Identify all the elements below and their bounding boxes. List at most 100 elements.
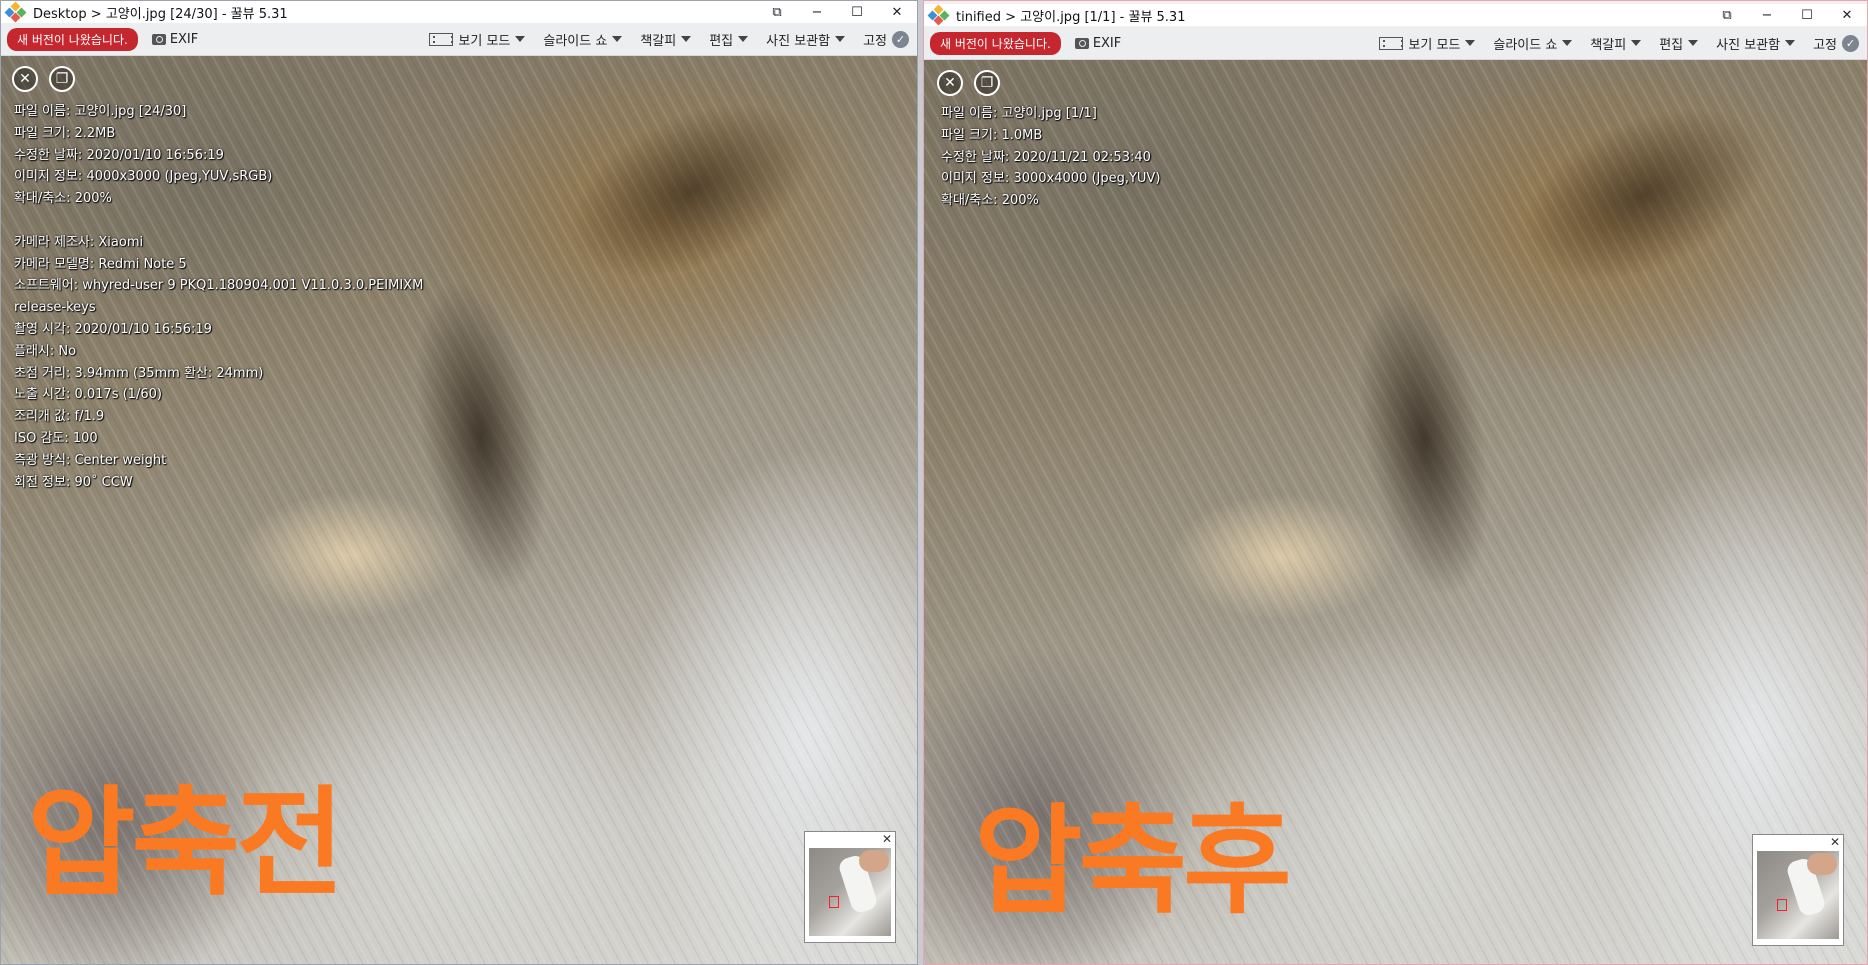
pin-window-button[interactable]: ⧉ [757, 1, 797, 23]
view-mode-icon [1379, 36, 1404, 50]
menu-slideshow[interactable]: 슬라이드 쇼 [543, 30, 623, 49]
menu-label: 슬라이드 쇼 [1493, 37, 1558, 53]
chevron-down-icon [1785, 40, 1796, 46]
app-name: - 꿀뷰 5.31 [1119, 9, 1186, 25]
info-line [14, 210, 423, 232]
window-title: Desktop > 고양이.jpg [24/30] - 꿀뷰 5.31 [33, 3, 288, 22]
close-window-button[interactable]: ✕ [1827, 4, 1867, 26]
breadcrumb-separator: > [90, 6, 102, 22]
file-title: 고양이.jpg [24/30] [105, 6, 218, 22]
menu-label: 고정 [863, 33, 887, 49]
exif-button[interactable]: EXIF [1074, 36, 1121, 51]
chevron-down-icon [1631, 40, 1642, 46]
breadcrumb-folder: Desktop [33, 6, 87, 22]
new-version-button[interactable]: 새 버전이 나왔습니다. [930, 31, 1061, 55]
info-line: 확대/축소: 200% [941, 193, 1039, 209]
check-icon: ✓ [892, 30, 909, 48]
new-version-button[interactable]: 새 버전이 나왔습니다. [7, 27, 138, 51]
chevron-down-icon [1688, 40, 1699, 46]
exif-button[interactable]: EXIF [151, 31, 199, 47]
menu-label: 사진 보관함 [1716, 37, 1781, 53]
viewer-window-right: tinified > 고양이.jpg [1/1] - 꿀뷰 5.31 ⧉ − ☐… [923, 0, 1868, 965]
menu-bookmark[interactable]: 책갈피 [640, 30, 692, 49]
file-info-overlay: 파일 이름: 고양이.jpg [1/1] 파일 크기: 1.0MB 수정한 날짜… [941, 103, 1160, 212]
menu-slideshow[interactable]: 슬라이드 쇼 [1493, 34, 1573, 53]
navigator-thumbnail[interactable]: ✕ [804, 831, 896, 943]
chevron-down-icon [612, 36, 623, 42]
menu-label: 사진 보관함 [766, 33, 831, 49]
image-viewport[interactable]: ✕ ❐ 파일 이름: 고양이.jpg [1/1] 파일 크기: 1.0MB 수정… [924, 60, 1867, 964]
info-line: 파일 크기: 1.0MB [941, 127, 1043, 143]
pin-window-button[interactable]: ⧉ [1707, 4, 1747, 26]
camera-icon [1074, 37, 1089, 49]
toolbar: 새 버전이 나왔습니다. EXIF 보기 모드 슬라이드 쇼 책갈피 편집 사진… [924, 27, 1867, 60]
breadcrumb-separator: > [1005, 9, 1017, 25]
exif-label: EXIF [169, 31, 199, 47]
thumbnail-image [1757, 851, 1839, 939]
thumbnail-close-button[interactable]: ✕ [882, 832, 892, 846]
info-line: 확대/축소: 200% [14, 191, 112, 207]
menu-bar: 보기 모드 슬라이드 쇼 책갈피 편집 사진 보관함 고정 ✓ [1379, 34, 1859, 53]
file-info-overlay: 파일 이름: 고양이.jpg [24/30] 파일 크기: 2.2MB 수정한 … [14, 101, 423, 493]
thumbnail-image [809, 848, 891, 936]
menu-photo-archive[interactable]: 사진 보관함 [1716, 34, 1796, 53]
close-overlay-button[interactable]: ✕ [12, 66, 38, 92]
chevron-down-icon [681, 36, 692, 42]
minimize-button[interactable]: − [1747, 4, 1787, 26]
close-window-button[interactable]: ✕ [877, 1, 917, 23]
menu-view-mode[interactable]: 보기 모드 [1379, 34, 1476, 53]
chevron-down-icon [515, 36, 526, 42]
info-line: 수정한 날짜: 2020/11/21 02:53:40 [941, 149, 1151, 165]
copy-button[interactable]: ❐ [974, 70, 1000, 96]
menu-photo-archive[interactable]: 사진 보관함 [766, 30, 846, 49]
menu-view-mode[interactable]: 보기 모드 [429, 30, 526, 49]
copy-button[interactable]: ❐ [49, 66, 75, 92]
menu-pin[interactable]: 고정 ✓ [863, 30, 909, 49]
close-overlay-button[interactable]: ✕ [937, 70, 963, 96]
navigator-thumbnail[interactable]: ✕ [1752, 834, 1844, 946]
thumbnail-close-button[interactable]: ✕ [1830, 835, 1840, 849]
info-line: 수정한 날짜: 2020/01/10 16:56:19 [14, 147, 224, 163]
menu-label: 책갈피 [1590, 37, 1627, 53]
menu-edit[interactable]: 편집 [1659, 34, 1699, 53]
info-line: 파일 크기: 2.2MB [14, 125, 116, 141]
image-viewport[interactable]: ✕ ❐ 파일 이름: 고양이.jpg [24/30] 파일 크기: 2.2MB … [1, 56, 917, 964]
title-bar[interactable]: tinified > 고양이.jpg [1/1] - 꿀뷰 5.31 ⧉ − ☐… [924, 4, 1867, 26]
viewport-indicator[interactable] [829, 896, 839, 908]
compression-caption: 압축후 [974, 792, 1292, 930]
menu-label: 편집 [1659, 37, 1684, 53]
menu-label: 고정 [1813, 37, 1837, 53]
window-controls: ⧉ − ☐ ✕ [757, 1, 917, 23]
viewport-indicator[interactable] [1777, 899, 1787, 911]
menu-bookmark[interactable]: 책갈피 [1590, 34, 1642, 53]
title-bar[interactable]: Desktop > 고양이.jpg [24/30] - 꿀뷰 5.31 ⧉ − … [1, 1, 917, 23]
compression-caption: 압축전 [27, 774, 345, 912]
app-name: - 꿀뷰 5.31 [221, 6, 288, 22]
chevron-down-icon [1562, 40, 1573, 46]
app-logo-icon [4, 1, 27, 23]
info-line: 초점 거리: 3.94mm (35mm 환산: 24mm) [14, 365, 264, 381]
maximize-button[interactable]: ☐ [1787, 4, 1827, 26]
chevron-down-icon [1465, 40, 1476, 46]
menu-bar: 보기 모드 슬라이드 쇼 책갈피 편집 사진 보관함 고정 ✓ [429, 30, 909, 49]
menu-label: 슬라이드 쇼 [543, 33, 608, 49]
info-line: 이미지 정보: 4000x3000 (Jpeg,YUV,sRGB) [14, 169, 273, 185]
maximize-button[interactable]: ☐ [837, 1, 877, 23]
info-line: 측광 방식: Center weight [14, 452, 167, 468]
file-title: 고양이.jpg [1/1] [1020, 9, 1116, 25]
info-line: 파일 이름: 고양이.jpg [1/1] [941, 106, 1097, 121]
minimize-button[interactable]: − [797, 1, 837, 23]
info-line: 카메라 모델명: Redmi Note 5 [14, 256, 187, 272]
info-line: 플래시: No [14, 343, 77, 359]
chevron-down-icon [835, 36, 846, 42]
menu-label: 보기 모드 [1408, 37, 1461, 53]
info-line: 이미지 정보: 3000x4000 (Jpeg,YUV) [941, 171, 1161, 187]
chevron-down-icon [738, 36, 749, 42]
info-line: 노출 시간: 0.017s (1/60) [14, 387, 162, 403]
info-line: release-keys [14, 300, 96, 316]
check-icon: ✓ [1842, 34, 1859, 52]
menu-label: 편집 [709, 33, 734, 49]
menu-edit[interactable]: 편집 [709, 30, 749, 49]
menu-pin[interactable]: 고정 ✓ [1813, 34, 1859, 53]
info-line: 소프트웨어: whyred-user 9 PKQ1.180904.001 V11… [14, 278, 424, 294]
